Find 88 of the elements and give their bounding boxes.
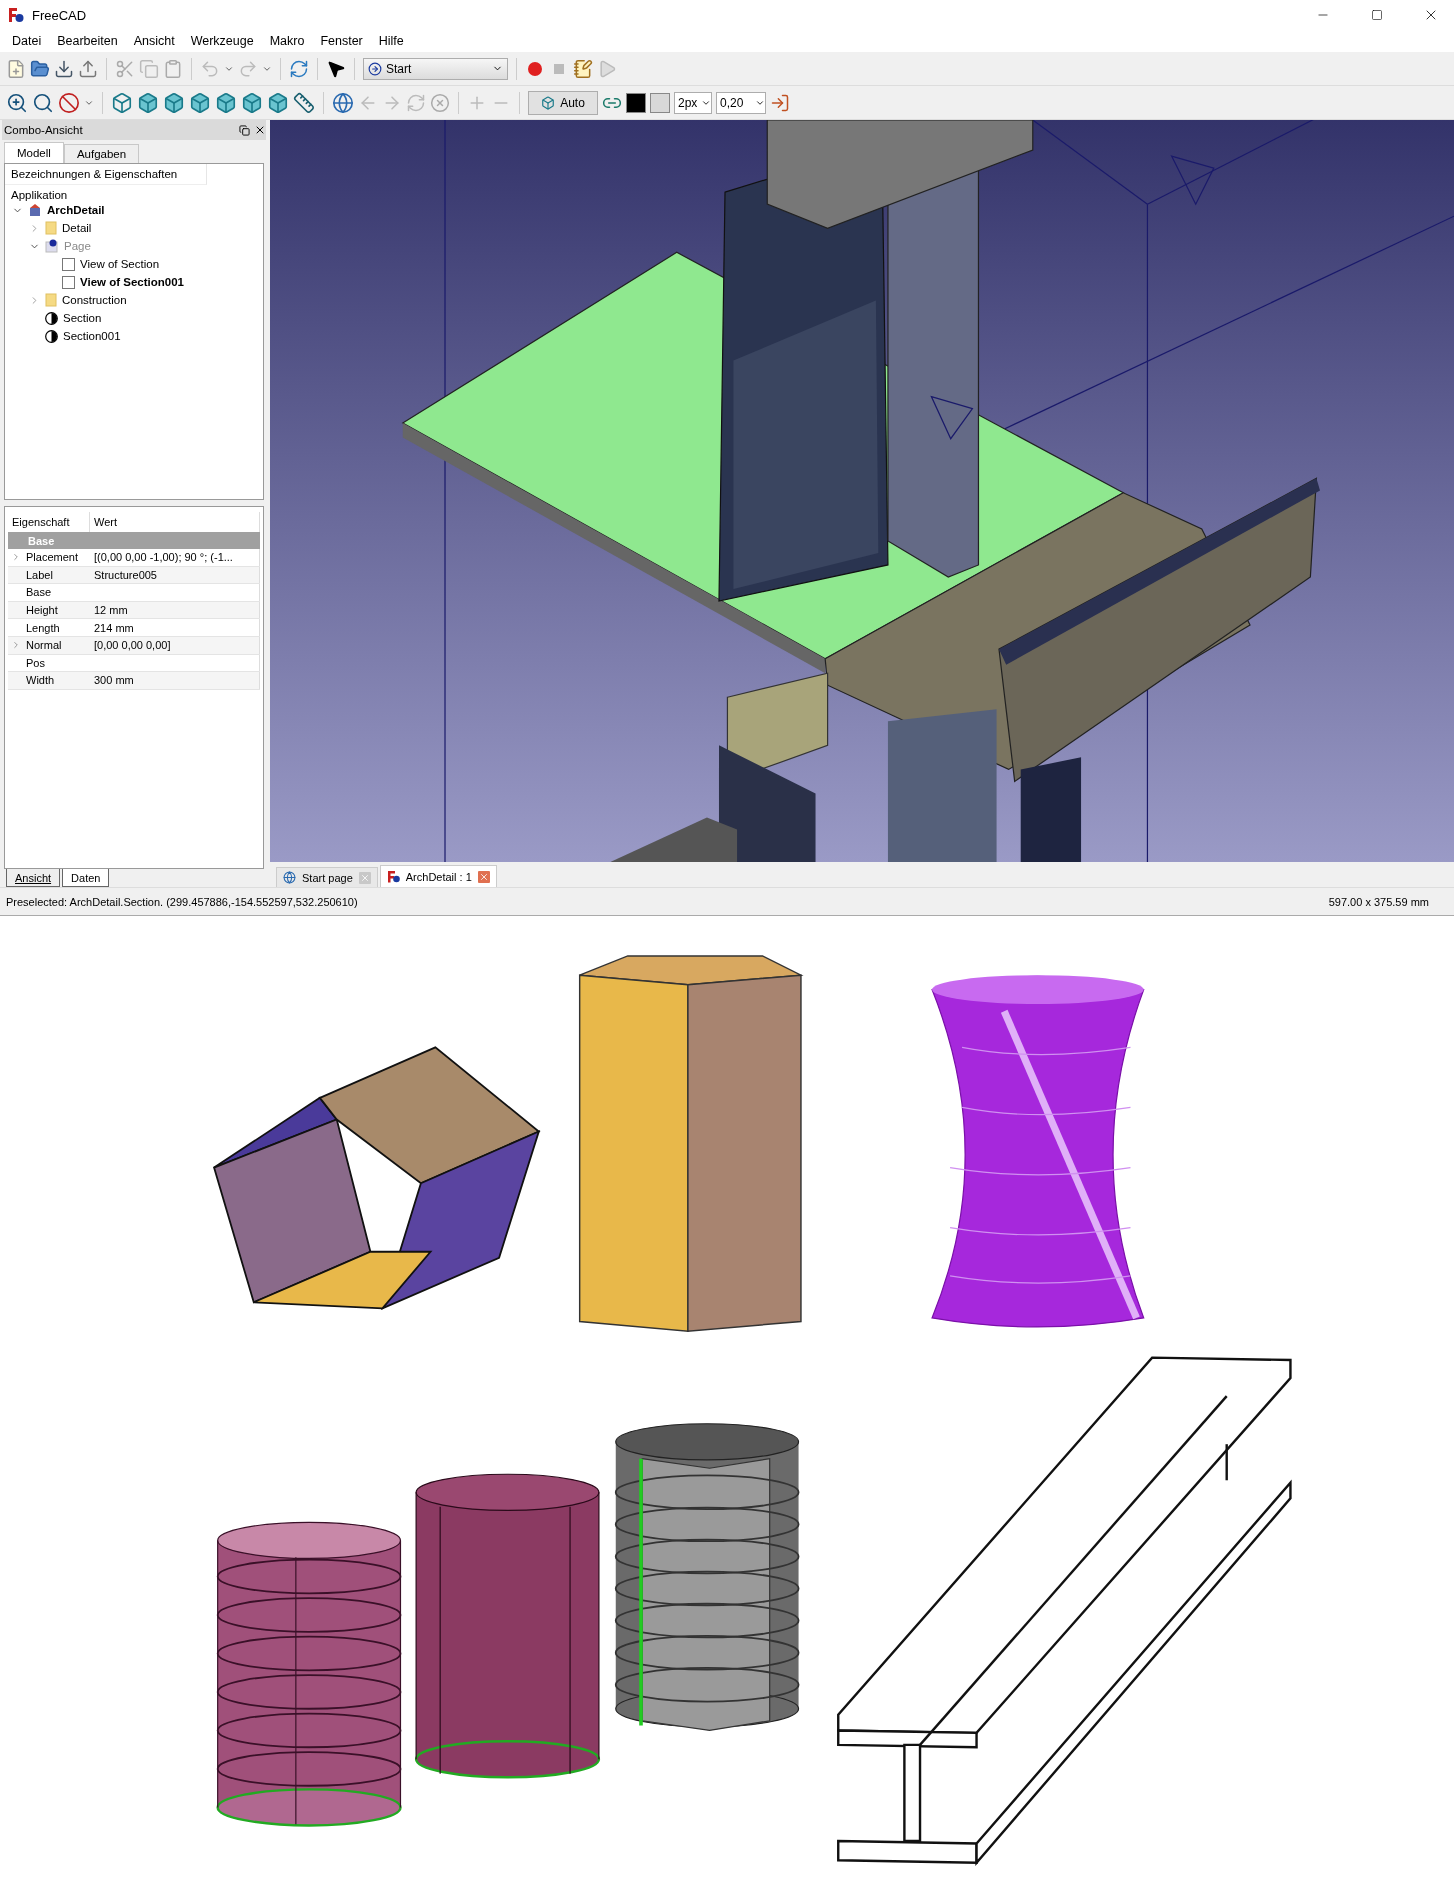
menu-item[interactable]: Werkzeuge	[182, 34, 262, 48]
menu-item[interactable]: Bearbeiten	[49, 34, 126, 48]
transparency-spinbox[interactable]: 0,20	[716, 91, 766, 114]
tree-root: Applikation	[10, 188, 69, 201]
menu-item[interactable]: Fenster	[312, 34, 371, 48]
workbench-dropdown[interactable]: Start	[363, 57, 508, 80]
right-cube-icon[interactable]	[189, 91, 211, 114]
tree-item[interactable]: Section	[5, 309, 263, 327]
rear-cube-icon[interactable]	[215, 91, 237, 114]
page-icon	[45, 239, 59, 253]
color-swatch[interactable]	[650, 92, 670, 113]
zoom-selection-icon[interactable]	[32, 91, 54, 114]
globe-icon[interactable]	[332, 91, 354, 114]
top-cube-icon[interactable]	[163, 91, 185, 114]
left-cube-icon[interactable]	[267, 91, 289, 114]
play-icon[interactable]	[597, 58, 617, 79]
isometric-cube-icon[interactable]	[111, 91, 133, 114]
section-icon	[45, 329, 58, 343]
open-folder-icon[interactable]	[30, 58, 50, 79]
document-tab[interactable]: Start page	[276, 867, 378, 887]
tree-item[interactable]: Detail	[5, 219, 263, 237]
tree-item[interactable]: Page	[5, 237, 263, 255]
view-icon	[62, 257, 75, 271]
document-icon	[28, 203, 42, 217]
section-icon	[45, 311, 58, 325]
3d-model-drawing[interactable]	[270, 120, 1454, 862]
edit-macro-icon[interactable]	[573, 58, 593, 79]
property-value[interactable]: [(0,00 0,00 -1,00); 90 °; (-1...	[90, 549, 260, 566]
color-swatch[interactable]	[626, 92, 646, 113]
app-logo-icon	[386, 870, 400, 883]
new-file-icon[interactable]	[6, 58, 26, 79]
tree-item[interactable]: Construction	[5, 291, 263, 309]
property-name: Label	[25, 567, 54, 583]
close-icon[interactable]	[254, 124, 266, 136]
property-value[interactable]: 300 mm	[90, 672, 260, 689]
menu-item[interactable]: Hilfe	[370, 34, 412, 48]
cube-icon	[541, 95, 556, 110]
property-value[interactable]: [0,00 0,00 0,00]	[90, 636, 260, 654]
menu-item[interactable]: Datei	[4, 34, 50, 48]
document-tab[interactable]: ArchDetail : 1	[379, 865, 497, 887]
stop-loading-icon[interactable]	[430, 92, 450, 113]
reload-icon[interactable]	[406, 92, 426, 113]
panel-tab[interactable]: Aufgaben	[63, 144, 140, 163]
app-logo-icon	[8, 7, 24, 23]
measure-icon[interactable]	[293, 91, 315, 114]
property-value[interactable]: 214 mm	[90, 619, 260, 636]
undock-icon[interactable]	[239, 124, 250, 136]
property-name: Height	[25, 603, 59, 619]
paste-icon[interactable]	[163, 58, 183, 79]
refresh-icon[interactable]	[289, 58, 309, 79]
export-icon[interactable]	[78, 58, 98, 79]
folder-icon	[45, 293, 57, 307]
property-name: Placement	[8, 549, 90, 566]
dimensions-text: 597.00 x 375.59 mm	[1328, 895, 1429, 908]
property-name: Width	[25, 673, 56, 689]
panel-tab[interactable]: Modell	[4, 142, 64, 163]
view-icon	[62, 275, 75, 289]
draw-style-icon[interactable]	[58, 91, 80, 114]
column-header[interactable]: Bezeichnungen & Eigenschaften	[5, 164, 207, 185]
cut-icon[interactable]	[115, 58, 135, 79]
save-icon[interactable]	[54, 58, 74, 79]
property-value[interactable]: 12 mm	[90, 601, 260, 619]
tree-item[interactable]: Section001	[5, 327, 263, 345]
panel-tab[interactable]: Daten	[62, 869, 110, 887]
property-name: Length	[25, 620, 61, 636]
send-icon[interactable]	[770, 92, 790, 113]
line-width-spinbox[interactable]: 2px	[674, 91, 712, 114]
maximize-icon[interactable]	[1371, 9, 1383, 21]
property-value[interactable]: Structure005	[90, 566, 260, 584]
menu-item[interactable]: Makro	[261, 34, 313, 48]
copy-icon[interactable]	[139, 58, 159, 79]
property-name: Normal	[8, 636, 90, 654]
folder-icon	[45, 221, 57, 235]
window-title: FreeCAD	[32, 7, 88, 23]
front-cube-icon[interactable]	[137, 91, 159, 114]
property-name: Base	[25, 585, 53, 601]
panel-title: Combo-Ansicht	[4, 124, 84, 136]
bottom-cube-icon[interactable]	[241, 91, 263, 114]
status-message: Preselected: ArchDetail.Section. (299.457886,-154.552597,532.250610)	[6, 895, 358, 908]
panel-tab[interactable]: Ansicht	[6, 869, 61, 887]
zoom-fit-icon[interactable]	[6, 91, 28, 114]
tree-item[interactable]: View of Section001	[5, 273, 263, 291]
globe-icon	[283, 871, 296, 884]
tree-item[interactable]: View of Section	[5, 255, 263, 273]
property-name: Pos	[25, 655, 46, 671]
menu-item[interactable]: Ansicht	[125, 34, 183, 48]
tree-item[interactable]: ArchDetail	[5, 201, 263, 219]
draw-style-button[interactable]: Auto	[528, 90, 598, 115]
